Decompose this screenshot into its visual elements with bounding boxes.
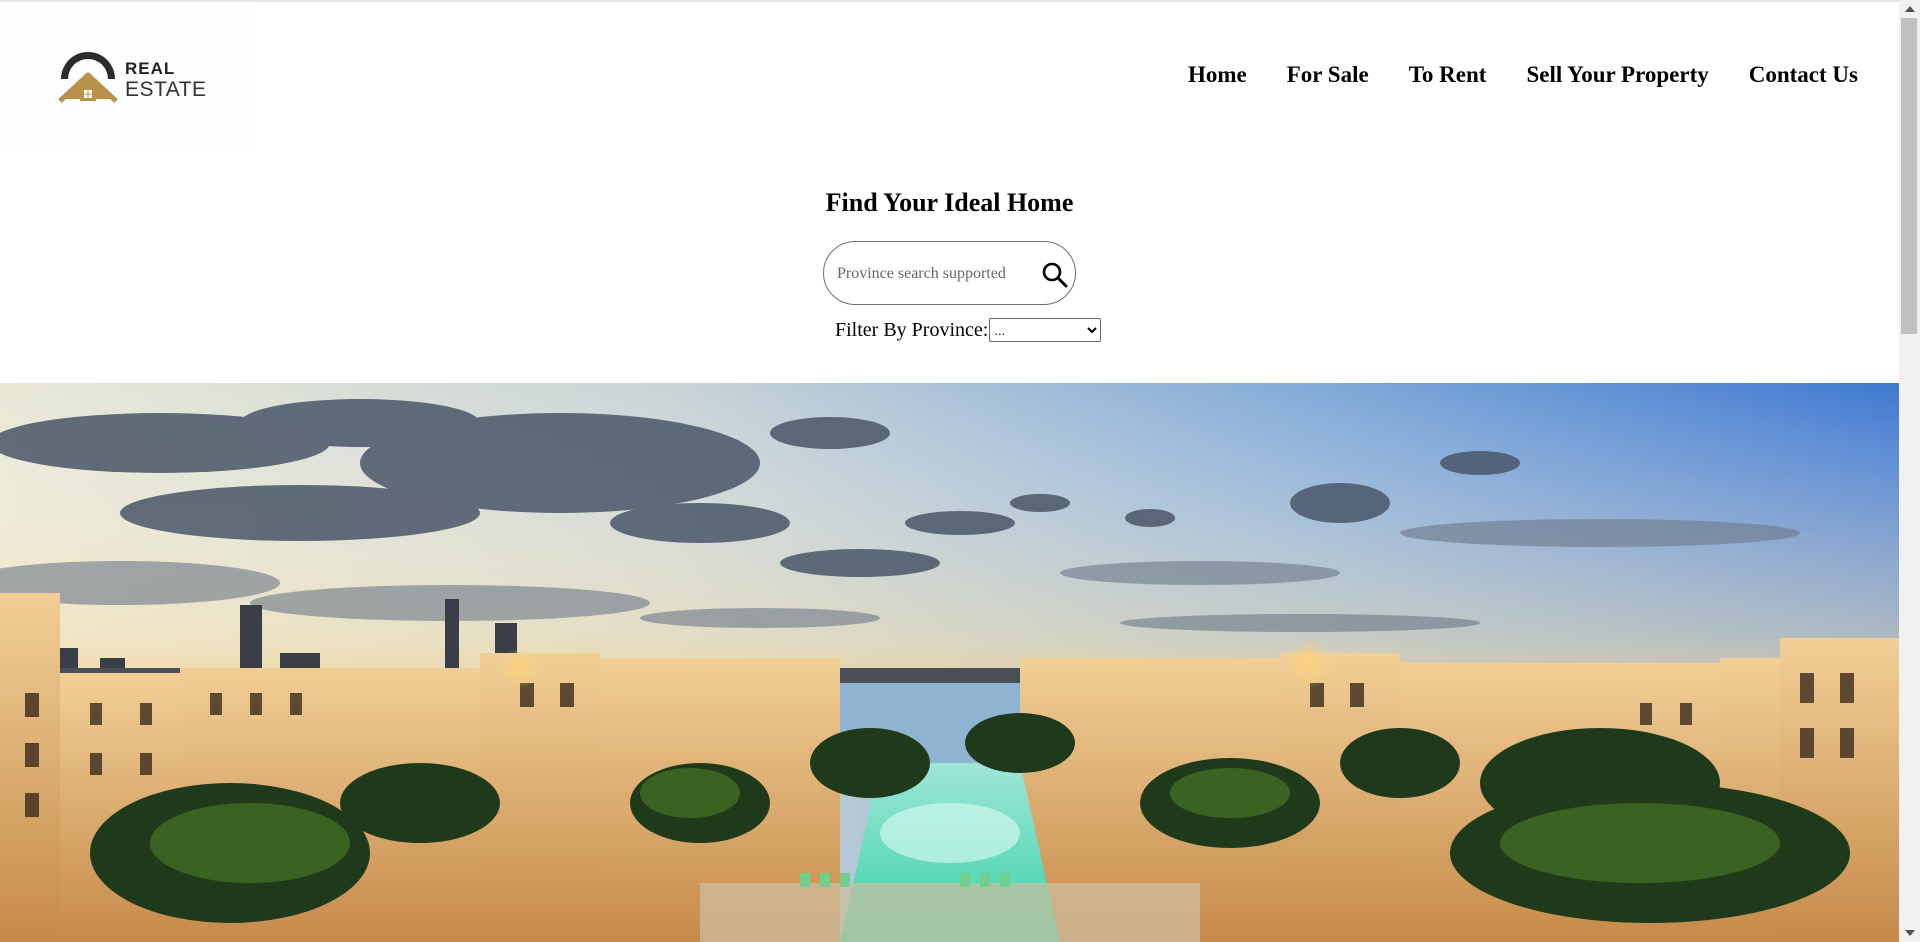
province-select[interactable]: ... bbox=[989, 318, 1102, 342]
logo-text-real: REAL bbox=[125, 59, 176, 78]
scrollbar[interactable] bbox=[1899, 0, 1920, 942]
logo-text-estate: ESTATE bbox=[125, 78, 207, 101]
hero-resort-picture bbox=[0, 383, 1899, 942]
house-logo-icon bbox=[58, 52, 118, 103]
main-nav: Home For Sale To Rent Sell Your Property… bbox=[1188, 62, 1858, 88]
nav-for-sale[interactable]: For Sale bbox=[1287, 62, 1369, 88]
page-title: Find Your Ideal Home bbox=[825, 188, 1074, 217]
top-border bbox=[0, 0, 1899, 2]
scroll-up-icon[interactable] bbox=[1905, 6, 1915, 12]
scroll-down-icon[interactable] bbox=[1905, 930, 1915, 936]
search-input[interactable] bbox=[837, 262, 1027, 286]
nav-contact-us[interactable]: Contact Us bbox=[1749, 62, 1858, 88]
province-filter: Filter By Province: ... bbox=[835, 318, 1102, 342]
search-box bbox=[823, 241, 1076, 305]
nav-sell-your-property[interactable]: Sell Your Property bbox=[1526, 62, 1708, 88]
hero-image bbox=[0, 383, 1899, 942]
scroll-thumb[interactable] bbox=[1901, 18, 1917, 334]
filter-label: Filter By Province: bbox=[835, 318, 989, 341]
nav-home[interactable]: Home bbox=[1188, 62, 1247, 88]
site-logo[interactable]: REAL ESTATE bbox=[0, 6, 255, 146]
nav-to-rent[interactable]: To Rent bbox=[1409, 62, 1487, 88]
search-icon[interactable] bbox=[1041, 261, 1069, 289]
